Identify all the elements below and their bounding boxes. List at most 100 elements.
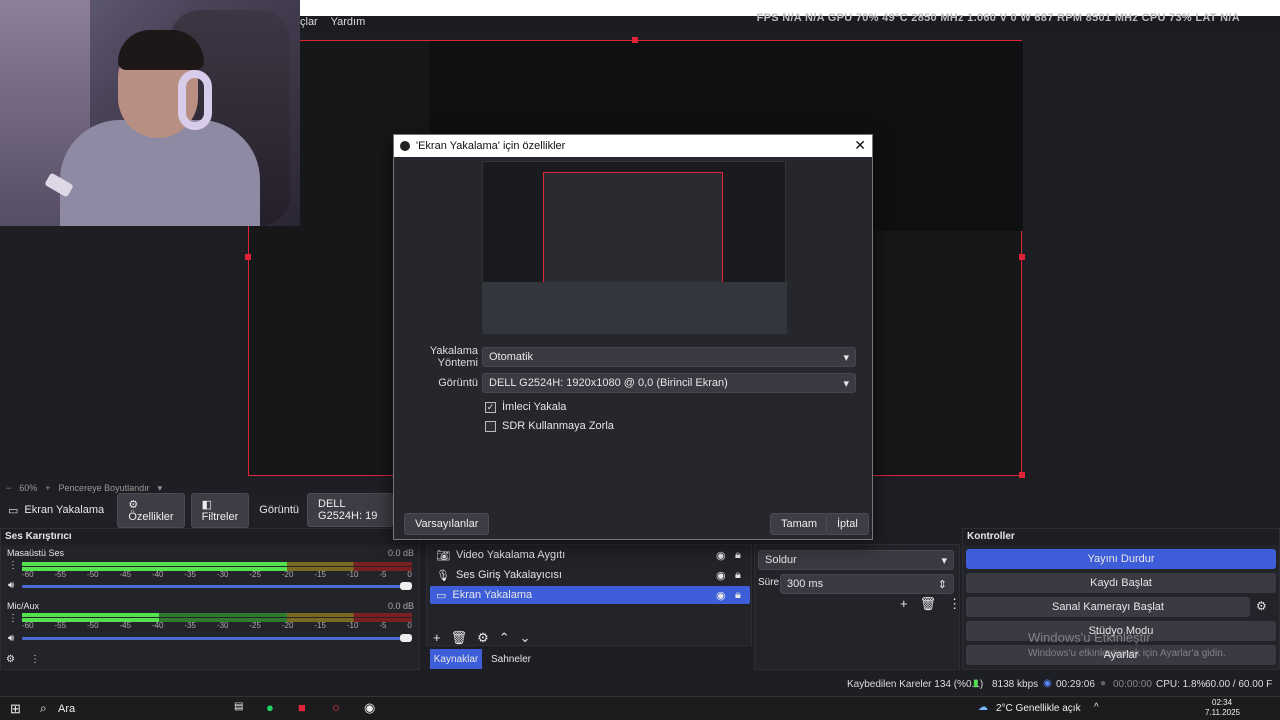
properties-button[interactable]: ⚙ Özellikler xyxy=(117,492,185,528)
resize-handle[interactable] xyxy=(632,37,638,43)
scale-tick: -60 xyxy=(22,621,34,630)
gear-icon: ⚙ xyxy=(128,498,139,511)
duration-value: 300 ms xyxy=(787,578,824,590)
more-icon[interactable]: ⋮ xyxy=(8,613,18,624)
source-item-selected[interactable]: ▭ Ekran Yakalama ◉ 🔒︎ xyxy=(430,586,750,604)
ok-button[interactable]: Tamam xyxy=(770,513,829,535)
source-item[interactable]: 📷︎ Video Yakalama Aygıtı ◉ 🔒︎ xyxy=(430,546,750,564)
close-icon[interactable]: ✕ xyxy=(854,137,866,154)
lock-icon[interactable]: 🔒︎ xyxy=(735,549,741,562)
add-icon[interactable]: + xyxy=(900,596,908,612)
menu-item-help[interactable]: Yardım xyxy=(331,16,366,28)
checkbox-box[interactable]: ✓ xyxy=(485,401,496,413)
tab-scenes[interactable]: Sahneler xyxy=(486,649,536,669)
mixer-title: Ses Karıştırıcı xyxy=(1,529,419,545)
speaker-icon[interactable]: 🔊︎ xyxy=(8,633,14,644)
force-sdr-checkbox[interactable]: SDR Kullanmaya Zorla xyxy=(485,420,614,432)
trash-icon[interactable]: 🗑︎ xyxy=(920,596,937,612)
dialog-title-bar: 'Ekran Yakalama' için özellikler ✕ xyxy=(394,135,872,157)
taskbar-search[interactable]: Ara xyxy=(58,703,75,715)
volume-level xyxy=(22,613,159,617)
gear-icon[interactable]: ⚙ xyxy=(477,630,489,646)
add-icon[interactable]: + xyxy=(433,630,441,646)
trash-icon[interactable]: 🗑︎ xyxy=(451,630,468,646)
virtual-cam-button[interactable]: Sanal Kamerayı Başlat xyxy=(966,597,1250,617)
display-select[interactable]: DELL G2524H: 1920x1080 @ 0,0 (Birincil E… xyxy=(482,373,856,393)
display-select[interactable]: DELL G2524H: 19 xyxy=(307,493,393,527)
windows-start-icon[interactable]: ⊞ xyxy=(10,701,21,717)
obs-icon[interactable]: ◉ xyxy=(364,700,375,716)
volume-meter xyxy=(22,562,412,566)
force-sdr-label: SDR Kullanmaya Zorla xyxy=(502,420,614,432)
scale-tick: -15 xyxy=(314,570,326,579)
source-item[interactable]: 🎙︎ Ses Giriş Yakalayıcısı ◉ 🔒︎ xyxy=(430,566,750,584)
microphone-icon: 🎙︎ xyxy=(436,569,450,582)
filter-icon: ◧ xyxy=(201,498,212,511)
eye-icon[interactable]: ◉ xyxy=(716,549,726,562)
move-down-icon[interactable]: ⌄ xyxy=(520,630,531,646)
scale-tick: -55 xyxy=(54,621,67,630)
chevron-down-icon[interactable]: ▾ xyxy=(158,483,163,494)
display-row: Görüntü DELL G2524H: 1920x1080 @ 0,0 (Bi… xyxy=(394,373,874,393)
channel-name: Masaüstü Ses xyxy=(7,548,65,558)
resize-handle[interactable] xyxy=(1019,472,1025,478)
clock-time[interactable]: 02:34 xyxy=(1212,698,1232,707)
checkbox-box[interactable] xyxy=(485,420,496,432)
menu-item-tools[interactable]: çlar xyxy=(300,16,318,28)
scale-tick: -10 xyxy=(346,570,359,579)
tray-chevron-icon[interactable]: ^ xyxy=(1094,702,1099,713)
duration-field[interactable]: 300 ms ⇕ xyxy=(780,574,954,594)
scale-tick: -30 xyxy=(216,570,229,579)
camera-icon: 📷︎ xyxy=(436,549,450,562)
chevron-down-icon: ▾ xyxy=(843,351,849,364)
more-icon[interactable]: ⋮ xyxy=(948,596,961,612)
filters-button[interactable]: ◧ Filtreler xyxy=(190,492,250,528)
move-up-icon[interactable]: ⌃ xyxy=(499,630,510,646)
defaults-button[interactable]: Varsayılanlar xyxy=(404,513,490,535)
fit-window-button[interactable]: Pencereye Boyutlandır xyxy=(59,483,150,493)
resize-handle[interactable] xyxy=(1019,254,1025,260)
gear-icon[interactable]: ⚙ xyxy=(6,654,15,665)
tab-sources[interactable]: Kaynaklar xyxy=(430,649,482,669)
slider-knob[interactable] xyxy=(400,582,412,590)
stepper-icon: ⇕ xyxy=(937,578,947,591)
gear-icon[interactable]: ⚙ xyxy=(1256,599,1267,613)
weather-text[interactable]: 2°C Genellikle açık xyxy=(996,703,1081,714)
transition-select[interactable]: Soldur ▾ xyxy=(758,550,954,570)
opera-icon[interactable]: ○ xyxy=(332,700,340,715)
stop-stream-button[interactable]: Yayını Durdur xyxy=(966,549,1276,569)
scale-tick: -20 xyxy=(281,621,294,630)
webcam-person-hair xyxy=(118,30,204,70)
resize-handle[interactable] xyxy=(245,254,251,260)
volume-slider[interactable] xyxy=(22,634,412,642)
chevron-down-icon: ▾ xyxy=(941,554,947,567)
display-label: Görüntü xyxy=(438,377,478,389)
speaker-icon[interactable]: 🔊︎ xyxy=(8,580,14,591)
volume-slider[interactable] xyxy=(22,582,412,590)
zoom-in-icon[interactable]: + xyxy=(45,483,50,493)
scale-tick: -45 xyxy=(119,570,132,579)
lock-icon[interactable]: 🔒︎ xyxy=(735,589,741,602)
clock-date[interactable]: 7.11.2025 xyxy=(1205,708,1240,717)
lock-icon[interactable]: 🔒︎ xyxy=(735,569,741,582)
method-select[interactable]: Otomatik ▾ xyxy=(482,347,856,367)
slider-knob[interactable] xyxy=(400,634,412,642)
task-view-icon[interactable]: ▤ xyxy=(234,701,243,712)
zoom-out-icon[interactable]: − xyxy=(6,483,11,493)
eye-icon[interactable]: ◉ xyxy=(716,589,726,602)
start-record-button[interactable]: Kaydı Başlat xyxy=(966,573,1276,593)
fps: 60.00 / 60.00 F xyxy=(1205,679,1273,690)
more-icon[interactable]: ⋮ xyxy=(8,560,18,571)
volume-meter xyxy=(22,613,412,617)
more-icon[interactable]: ⋮ xyxy=(30,654,40,665)
cancel-button[interactable]: İptal xyxy=(826,513,869,535)
capture-preview xyxy=(482,161,787,334)
capture-cursor-checkbox[interactable]: ✓ İmleci Yakala xyxy=(485,401,566,413)
monitor-icon: ▭ xyxy=(436,589,447,602)
search-icon[interactable]: ⌕ xyxy=(40,701,47,716)
scale-tick: -35 xyxy=(184,621,196,630)
headphones-graphic xyxy=(178,70,212,130)
app-icon[interactable]: ■ xyxy=(298,700,306,715)
eye-icon[interactable]: ◉ xyxy=(716,569,726,582)
spotify-icon[interactable]: ● xyxy=(266,700,274,715)
